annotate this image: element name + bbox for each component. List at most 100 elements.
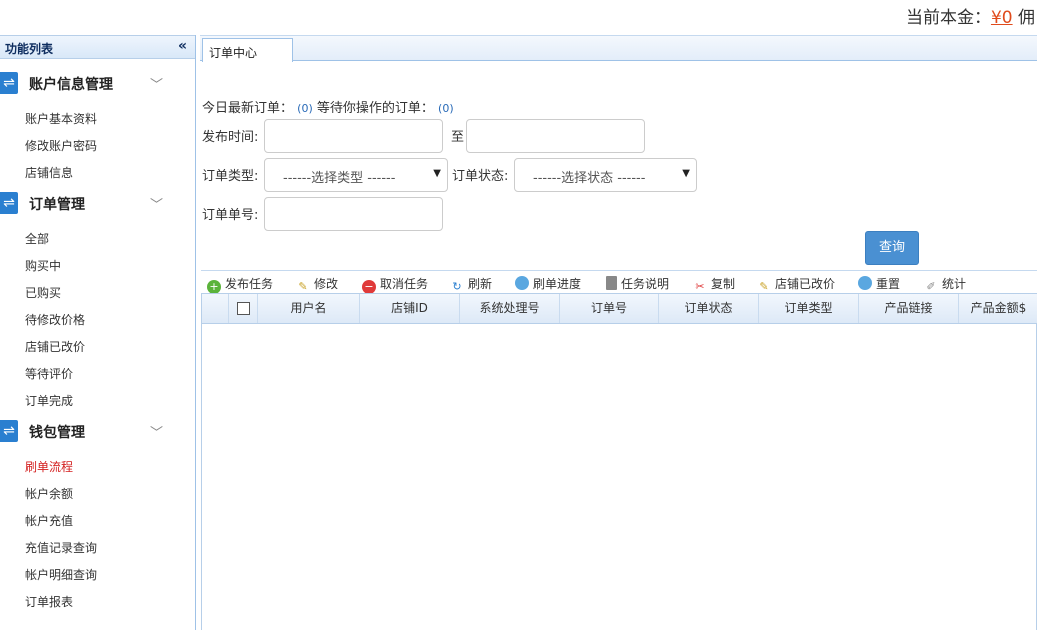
sidebar-item-awaiting-review[interactable]: 等待评价: [25, 365, 73, 382]
sidebar-item-buying[interactable]: 购买中: [25, 257, 61, 274]
toolbar-label: 发布任务: [225, 277, 274, 291]
toolbar-label: 刷单进度: [533, 277, 582, 291]
column-header-username[interactable]: 用户名: [258, 294, 360, 323]
today-orders-count[interactable]: (0): [297, 102, 313, 115]
publish-task-button[interactable]: + 发布任务: [207, 275, 273, 294]
publish-time-end-input[interactable]: [466, 119, 645, 153]
chevron-down-icon: ﹀: [150, 78, 164, 93]
sidebar-item-balance[interactable]: 帐户余额: [25, 485, 73, 502]
dropdown-arrow-icon: ▼: [682, 168, 690, 179]
tab-bar: 订单中心: [200, 35, 1037, 62]
refresh-button[interactable]: ↻ 刷新: [450, 275, 492, 294]
sidebar-item-order-complete[interactable]: 订单完成: [25, 392, 73, 409]
document-icon: [606, 276, 617, 290]
to-label: 至: [451, 130, 465, 145]
nav-group-orders[interactable]: ⇌ 订单管理 ﹀: [0, 190, 196, 216]
cancel-icon: −: [362, 280, 376, 294]
column-header-product-link[interactable]: 产品链接: [859, 294, 959, 323]
row-number-header: [202, 294, 229, 323]
toolbar-label: 复制: [711, 277, 736, 291]
reset-icon: [858, 276, 872, 290]
publish-time-start-input[interactable]: [264, 119, 443, 153]
sidebar-item-change-password[interactable]: 修改账户密码: [25, 137, 97, 154]
order-type-select[interactable]: ------选择类型 ------ ▼: [264, 158, 448, 192]
refresh-icon: ↻: [452, 280, 462, 293]
progress-icon: [515, 276, 529, 290]
nav-group-wallet[interactable]: ⇌ 钱包管理 ﹀: [0, 418, 196, 444]
column-header-order-type[interactable]: 订单类型: [759, 294, 859, 323]
sidebar-item-shop-info[interactable]: 店铺信息: [25, 164, 73, 181]
task-description-button[interactable]: 任务说明: [606, 275, 669, 292]
balance-label: 当前本金：: [905, 8, 991, 28]
today-orders-label: 今日最新订单：: [202, 101, 294, 116]
toolbar-label: 店铺已改价: [775, 277, 836, 291]
order-summary: 今日最新订单： (0) 等待你操作的订单： (0): [202, 97, 454, 116]
order-no-label: 订单单号:: [202, 208, 259, 223]
add-icon: +: [207, 280, 221, 294]
sidebar-item-price-changed[interactable]: 店铺已改价: [25, 338, 85, 355]
sidebar-header: 功能列表 «: [0, 35, 195, 59]
nav-group-label: 账户信息管理: [29, 77, 113, 93]
balance-trailing-text: 佣: [1018, 8, 1035, 28]
sidebar: 功能列表 « ⇌ 账户信息管理 ﹀ 账户基本资料 修改账户密码 店铺信息 ⇌ 订…: [0, 35, 196, 630]
toolbar-label: 重置: [876, 277, 901, 291]
select-all-checkbox[interactable]: [236, 302, 250, 315]
edit-button[interactable]: ✎ 修改: [296, 275, 338, 294]
cancel-task-button[interactable]: − 取消任务: [362, 275, 428, 294]
dropdown-arrow-icon: ▼: [433, 168, 441, 179]
top-bar: 当前本金：¥0 佣: [0, 0, 1037, 34]
sidebar-item-order-report[interactable]: 订单报表: [25, 593, 73, 610]
reset-button[interactable]: 重置: [858, 275, 900, 292]
sidebar-item-account-profile[interactable]: 账户基本资料: [25, 110, 97, 127]
tab-order-center[interactable]: 订单中心: [202, 38, 293, 62]
sidebar-item-recharge[interactable]: 帐户充值: [25, 512, 73, 529]
toolbar-label: 取消任务: [380, 277, 429, 291]
swap-arrows-icon: ⇌: [0, 420, 18, 442]
select-all-checkbox-cell[interactable]: [229, 294, 258, 323]
waiting-orders-count[interactable]: (0): [438, 102, 454, 115]
shop-price-changed-button[interactable]: ✎ 店铺已改价: [757, 275, 835, 294]
sidebar-item-account-details[interactable]: 帐户明细查询: [25, 566, 97, 583]
toolbar-label: 修改: [314, 277, 339, 291]
nav-group-label: 订单管理: [29, 197, 85, 213]
toolbar-label: 任务说明: [621, 277, 670, 291]
order-grid: 用户名 店铺ID 系统处理号 订单号 订单状态 订单类型 产品链接 产品金额$: [201, 293, 1037, 630]
order-type-value: ------选择类型 ------: [283, 171, 396, 186]
toolbar-label: 统计: [942, 277, 967, 291]
order-type-label: 订单类型:: [202, 169, 259, 184]
waiting-orders-label: 等待你操作的订单：: [316, 101, 434, 116]
chevron-down-icon: ﹀: [150, 198, 164, 213]
sidebar-item-pending-price[interactable]: 待修改价格: [25, 311, 85, 328]
sidebar-item-brush-flow[interactable]: 刷单流程: [25, 458, 73, 475]
column-header-order-no[interactable]: 订单号: [560, 294, 659, 323]
stats-icon: ✐: [926, 280, 936, 293]
balance-amount-link[interactable]: ¥0: [991, 8, 1013, 28]
sidebar-item-bought[interactable]: 已购买: [25, 284, 61, 301]
column-header-order-status[interactable]: 订单状态: [659, 294, 759, 323]
query-button[interactable]: 查询: [865, 231, 919, 265]
swap-arrows-icon: ⇌: [0, 72, 18, 94]
copy-button[interactable]: ✂ 复制: [693, 275, 735, 294]
sidebar-item-recharge-history[interactable]: 充值记录查询: [25, 539, 97, 556]
toolbar-label: 刷新: [468, 277, 493, 291]
publish-time-label: 发布时间:: [202, 130, 259, 145]
order-no-input[interactable]: [264, 197, 443, 231]
nav-group-account[interactable]: ⇌ 账户信息管理 ﹀: [0, 70, 196, 96]
order-status-value: ------选择状态 ------: [533, 171, 646, 186]
column-header-product-amount[interactable]: 产品金额$: [959, 294, 1037, 323]
sidebar-title: 功能列表: [5, 42, 54, 56]
sidebar-item-all[interactable]: 全部: [25, 230, 49, 247]
brush-progress-button[interactable]: 刷单进度: [515, 275, 581, 292]
grid-header: 用户名 店铺ID 系统处理号 订单号 订单状态 订单类型 产品链接 产品金额$: [202, 294, 1037, 324]
collapse-sidebar-icon[interactable]: «: [178, 38, 187, 54]
order-status-select[interactable]: ------选择状态 ------ ▼: [514, 158, 697, 192]
column-header-shop-id[interactable]: 店铺ID: [360, 294, 460, 323]
stats-button[interactable]: ✐ 统计: [924, 275, 966, 294]
pencil-icon: ✎: [759, 280, 769, 293]
nav-group-label: 钱包管理: [29, 425, 85, 441]
chevron-down-icon: ﹀: [150, 426, 164, 441]
scissors-icon: ✂: [695, 280, 705, 293]
column-header-system-no[interactable]: 系统处理号: [460, 294, 560, 323]
main-panel: 订单中心 今日最新订单： (0) 等待你操作的订单： (0) 发布时间: 至 订…: [200, 35, 1037, 630]
order-status-label: 订单状态:: [452, 169, 509, 184]
